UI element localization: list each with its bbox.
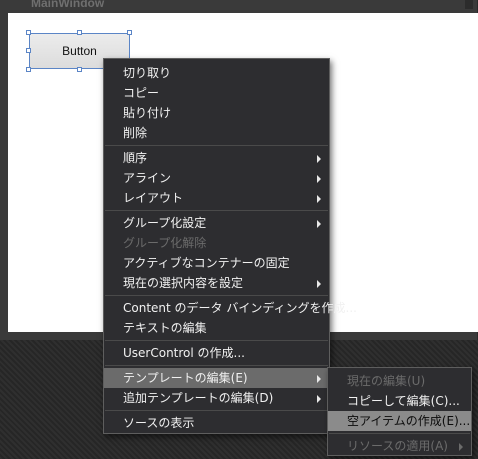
- context-menu: 切り取りコピー貼り付け削除順序アラインレイアウトグループ化設定 グループ化解除アク…: [103, 58, 357, 434]
- submenu-item-3[interactable]: リソースの適用(A): [328, 436, 471, 456]
- menu-item-2-0[interactable]: グループ化設定: [104, 213, 329, 233]
- menu-item-2-2[interactable]: アクティブなコンテナーの固定: [104, 253, 329, 273]
- selection-handle-top-center[interactable]: [77, 30, 82, 35]
- menu-item-3-0[interactable]: Content のデータ バインディングを作成...: [104, 298, 357, 318]
- menu-item-1-1[interactable]: アライン: [104, 168, 329, 188]
- menu-item-label: テキストの編集: [123, 321, 207, 335]
- menu-item-2-1[interactable]: グループ化解除: [104, 233, 329, 253]
- submenu-arrow-icon: [317, 280, 321, 288]
- menu-item-label: レイアウト: [123, 191, 184, 205]
- menu-item-1-2[interactable]: レイアウト: [104, 188, 329, 208]
- submenu-arrow-icon: [317, 375, 321, 383]
- selection-handle-middle-left[interactable]: [26, 48, 31, 53]
- submenu-arrow-icon: [317, 175, 321, 183]
- menu-item-label: 切り取り: [123, 66, 172, 80]
- submenu-arrow-icon: [317, 220, 321, 228]
- menu-item-6-0[interactable]: ソースの表示: [104, 413, 329, 433]
- menu-item-2-3[interactable]: 現在の選択内容を設定: [104, 273, 329, 293]
- menu-separator: [105, 365, 328, 366]
- menu-item-label: グループ化設定: [123, 216, 207, 230]
- template-edit-submenu: 現在の編集(U) コピーして編集(C)... 空アイテムの作成(E)... リソースの…: [327, 367, 472, 456]
- menu-item-label: アクティブなコンテナーの固定: [123, 256, 290, 270]
- menu-item-label: 追加テンプレートの編集(D): [123, 391, 274, 405]
- selection-handle-bottom-center[interactable]: [77, 67, 82, 72]
- menu-separator: [329, 433, 470, 434]
- menu-item-label: UserControl の作成...: [123, 346, 245, 360]
- menu-item-label: 順序: [123, 151, 148, 165]
- menu-item-0-1[interactable]: コピー: [104, 83, 329, 103]
- menu-item-0-2[interactable]: 貼り付け: [104, 103, 329, 123]
- menu-item-label: グループ化解除: [123, 236, 207, 250]
- submenu-item-label: リソースの適用(A): [347, 439, 448, 453]
- menu-item-5-0[interactable]: テンプレートの編集(E): [104, 368, 329, 388]
- menu-separator: [105, 340, 328, 341]
- submenu-item-0[interactable]: 現在の編集(U): [328, 371, 471, 391]
- submenu-item-1[interactable]: コピーして編集(C)...: [328, 391, 471, 411]
- selection-handle-top-right[interactable]: [127, 30, 132, 35]
- menu-item-label: 現在の選択内容を設定: [123, 276, 244, 290]
- submenu-arrow-icon: [317, 155, 321, 163]
- menu-separator: [105, 210, 328, 211]
- menu-item-3-1[interactable]: テキストの編集: [104, 318, 329, 338]
- menu-item-label: テンプレートの編集(E): [123, 371, 248, 385]
- menu-item-1-0[interactable]: 順序: [104, 148, 329, 168]
- menu-item-label: アライン: [123, 171, 172, 185]
- menu-item-5-1[interactable]: 追加テンプレートの編集(D): [104, 388, 329, 408]
- submenu-item-label: 現在の編集(U): [347, 374, 426, 388]
- menu-separator: [105, 410, 328, 411]
- menu-item-label: 貼り付け: [123, 106, 172, 120]
- selection-handle-bottom-left[interactable]: [26, 67, 31, 72]
- submenu-arrow-icon: [317, 195, 321, 203]
- design-button-label: Button: [62, 44, 97, 58]
- menu-separator: [105, 295, 328, 296]
- menu-item-label: Content のデータ バインディングを作成...: [123, 301, 357, 315]
- menu-item-label: 削除: [123, 126, 148, 140]
- menu-item-0-0[interactable]: 切り取り: [104, 63, 329, 83]
- window-control-icon: [465, 0, 473, 9]
- submenu-arrow-icon: [317, 395, 321, 403]
- submenu-item-label: コピーして編集(C)...: [347, 394, 460, 408]
- menu-item-0-3[interactable]: 削除: [104, 123, 329, 143]
- submenu-item-2[interactable]: 空アイテムの作成(E)...: [328, 411, 471, 431]
- menu-item-label: ソースの表示: [123, 416, 195, 430]
- window-title: MainWindow: [31, 0, 105, 10]
- menu-item-label: コピー: [123, 86, 160, 100]
- submenu-item-label: 空アイテムの作成(E)...: [347, 414, 471, 428]
- menu-separator: [105, 145, 328, 146]
- menu-item-4-0[interactable]: UserControl の作成...: [104, 343, 329, 363]
- submenu-arrow-icon: [459, 443, 463, 451]
- selection-handle-top-left[interactable]: [26, 30, 31, 35]
